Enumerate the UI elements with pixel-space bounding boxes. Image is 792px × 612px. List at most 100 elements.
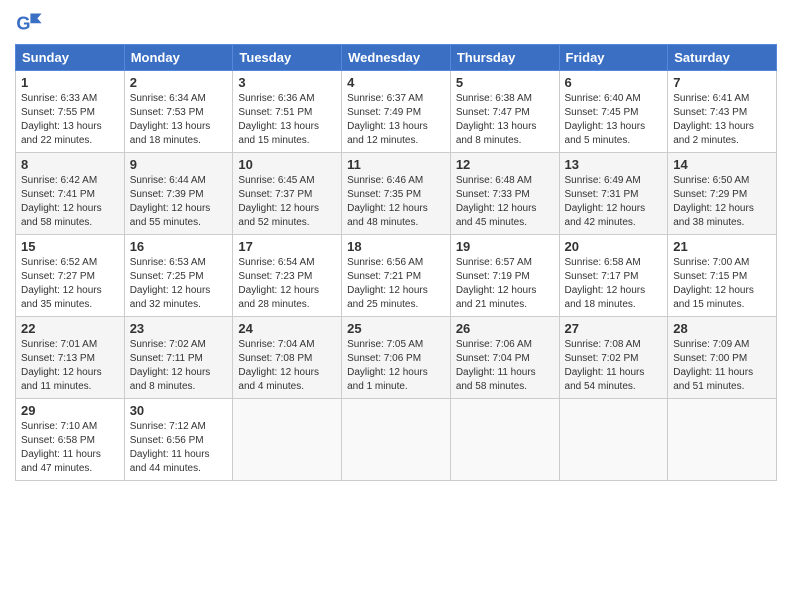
day-number: 4	[347, 75, 445, 90]
day-number: 8	[21, 157, 119, 172]
day-cell	[559, 399, 668, 481]
day-cell: 16 Sunrise: 6:53 AM Sunset: 7:25 PM Dayli…	[124, 235, 233, 317]
day-info: Sunrise: 7:10 AM Sunset: 6:58 PM Dayligh…	[21, 420, 119, 476]
day-cell: 6 Sunrise: 6:40 AM Sunset: 7:45 PM Daylig…	[559, 71, 668, 153]
week-row-4: 22 Sunrise: 7:01 AM Sunset: 7:13 PM Dayli…	[16, 317, 777, 399]
day-number: 14	[673, 157, 771, 172]
day-number: 9	[130, 157, 228, 172]
day-info: Sunrise: 7:02 AM Sunset: 7:11 PM Dayligh…	[130, 338, 228, 394]
day-info: Sunrise: 6:33 AM Sunset: 7:55 PM Dayligh…	[21, 92, 119, 148]
weekday-header-tuesday: Tuesday	[233, 45, 342, 71]
day-info: Sunrise: 6:58 AM Sunset: 7:17 PM Dayligh…	[565, 256, 663, 312]
svg-text:G: G	[16, 14, 30, 34]
day-info: Sunrise: 6:45 AM Sunset: 7:37 PM Dayligh…	[238, 174, 336, 230]
day-info: Sunrise: 6:56 AM Sunset: 7:21 PM Dayligh…	[347, 256, 445, 312]
day-cell: 7 Sunrise: 6:41 AM Sunset: 7:43 PM Daylig…	[668, 71, 777, 153]
day-info: Sunrise: 7:12 AM Sunset: 6:56 PM Dayligh…	[130, 420, 228, 476]
day-cell: 26Sunrise: 7:06 AM Sunset: 7:04 PM Dayli…	[450, 317, 559, 399]
weekday-header-sunday: Sunday	[16, 45, 125, 71]
day-info: Sunrise: 6:49 AM Sunset: 7:31 PM Dayligh…	[565, 174, 663, 230]
day-number: 2	[130, 75, 228, 90]
week-row-2: 8 Sunrise: 6:42 AM Sunset: 7:41 PM Daylig…	[16, 153, 777, 235]
day-cell: 29 Sunrise: 7:10 AM Sunset: 6:58 PM Dayli…	[16, 399, 125, 481]
day-info: Sunrise: 6:40 AM Sunset: 7:45 PM Dayligh…	[565, 92, 663, 148]
day-info: Sunrise: 7:00 AM Sunset: 7:15 PM Dayligh…	[673, 256, 771, 312]
day-number: 3	[238, 75, 336, 90]
day-number: 16	[130, 239, 228, 254]
day-cell: 24Sunrise: 7:04 AM Sunset: 7:08 PM Dayli…	[233, 317, 342, 399]
weekday-header-thursday: Thursday	[450, 45, 559, 71]
weekday-header-monday: Monday	[124, 45, 233, 71]
day-number: 7	[673, 75, 771, 90]
day-info: Sunrise: 7:05 AM Sunset: 7:06 PM Dayligh…	[347, 338, 445, 394]
day-number: 17	[238, 239, 336, 254]
day-cell: 25 Sunrise: 7:05 AM Sunset: 7:06 PM Dayli…	[342, 317, 451, 399]
day-cell: 14 Sunrise: 6:50 AM Sunset: 7:29 PM Dayli…	[668, 153, 777, 235]
day-cell	[450, 399, 559, 481]
day-cell: 15 Sunrise: 6:52 AM Sunset: 7:27 PM Dayli…	[16, 235, 125, 317]
day-info: Sunrise: 7:06 AM Sunset: 7:04 PM Dayligh…	[456, 338, 554, 394]
day-cell: 17 Sunrise: 6:54 AM Sunset: 7:23 PM Dayli…	[233, 235, 342, 317]
day-cell: 22 Sunrise: 7:01 AM Sunset: 7:13 PM Dayli…	[16, 317, 125, 399]
day-info: Sunrise: 6:36 AM Sunset: 7:51 PM Dayligh…	[238, 92, 336, 148]
day-number: 1	[21, 75, 119, 90]
day-cell: 9 Sunrise: 6:44 AM Sunset: 7:39 PM Daylig…	[124, 153, 233, 235]
logo-icon: G	[15, 10, 43, 38]
day-cell: 3 Sunrise: 6:36 AM Sunset: 7:51 PM Daylig…	[233, 71, 342, 153]
day-number: 13	[565, 157, 663, 172]
day-cell: 2 Sunrise: 6:34 AM Sunset: 7:53 PM Daylig…	[124, 71, 233, 153]
day-info: Sunrise: 6:48 AM Sunset: 7:33 PM Dayligh…	[456, 174, 554, 230]
day-info: Sunrise: 6:54 AM Sunset: 7:23 PM Dayligh…	[238, 256, 336, 312]
day-number: 19	[456, 239, 554, 254]
day-info: Sunrise: 6:57 AM Sunset: 7:19 PM Dayligh…	[456, 256, 554, 312]
day-number: 10	[238, 157, 336, 172]
day-cell: 10 Sunrise: 6:45 AM Sunset: 7:37 PM Dayli…	[233, 153, 342, 235]
day-number: 6	[565, 75, 663, 90]
day-cell: 20Sunrise: 6:58 AM Sunset: 7:17 PM Dayli…	[559, 235, 668, 317]
day-info: Sunrise: 6:46 AM Sunset: 7:35 PM Dayligh…	[347, 174, 445, 230]
day-number: 5	[456, 75, 554, 90]
day-cell: 5 Sunrise: 6:38 AM Sunset: 7:47 PM Daylig…	[450, 71, 559, 153]
day-number: 28	[673, 321, 771, 336]
page-container: G SundayMondayTuesdayWednesdayThursdayFr…	[0, 0, 792, 491]
day-info: Sunrise: 6:42 AM Sunset: 7:41 PM Dayligh…	[21, 174, 119, 230]
day-cell: 11 Sunrise: 6:46 AM Sunset: 7:35 PM Dayli…	[342, 153, 451, 235]
week-row-3: 15 Sunrise: 6:52 AM Sunset: 7:27 PM Dayli…	[16, 235, 777, 317]
logo: G	[15, 10, 47, 38]
day-number: 18	[347, 239, 445, 254]
day-cell: 28 Sunrise: 7:09 AM Sunset: 7:00 PM Dayli…	[668, 317, 777, 399]
day-cell	[668, 399, 777, 481]
week-row-1: 1 Sunrise: 6:33 AM Sunset: 7:55 PM Daylig…	[16, 71, 777, 153]
day-number: 15	[21, 239, 119, 254]
day-info: Sunrise: 6:44 AM Sunset: 7:39 PM Dayligh…	[130, 174, 228, 230]
day-number: 29	[21, 403, 119, 418]
day-number: 30	[130, 403, 228, 418]
day-info: Sunrise: 6:52 AM Sunset: 7:27 PM Dayligh…	[21, 256, 119, 312]
day-cell: 30 Sunrise: 7:12 AM Sunset: 6:56 PM Dayli…	[124, 399, 233, 481]
day-cell: 23 Sunrise: 7:02 AM Sunset: 7:11 PM Dayli…	[124, 317, 233, 399]
day-info: Sunrise: 6:53 AM Sunset: 7:25 PM Dayligh…	[130, 256, 228, 312]
day-cell: 12Sunrise: 6:48 AM Sunset: 7:33 PM Dayli…	[450, 153, 559, 235]
week-row-5: 29 Sunrise: 7:10 AM Sunset: 6:58 PM Dayli…	[16, 399, 777, 481]
day-number: 25	[347, 321, 445, 336]
day-cell: 27Sunrise: 7:08 AM Sunset: 7:02 PM Dayli…	[559, 317, 668, 399]
day-number: 21	[673, 239, 771, 254]
day-info: Sunrise: 6:34 AM Sunset: 7:53 PM Dayligh…	[130, 92, 228, 148]
day-number: 24	[238, 321, 336, 336]
day-info: Sunrise: 6:41 AM Sunset: 7:43 PM Dayligh…	[673, 92, 771, 148]
day-number: 22	[21, 321, 119, 336]
day-info: Sunrise: 6:50 AM Sunset: 7:29 PM Dayligh…	[673, 174, 771, 230]
weekday-header-saturday: Saturday	[668, 45, 777, 71]
day-cell: 8 Sunrise: 6:42 AM Sunset: 7:41 PM Daylig…	[16, 153, 125, 235]
weekday-header-row: SundayMondayTuesdayWednesdayThursdayFrid…	[16, 45, 777, 71]
day-cell: 18 Sunrise: 6:56 AM Sunset: 7:21 PM Dayli…	[342, 235, 451, 317]
day-number: 11	[347, 157, 445, 172]
day-cell	[342, 399, 451, 481]
calendar-table: SundayMondayTuesdayWednesdayThursdayFrid…	[15, 44, 777, 481]
day-info: Sunrise: 7:01 AM Sunset: 7:13 PM Dayligh…	[21, 338, 119, 394]
day-cell: 1 Sunrise: 6:33 AM Sunset: 7:55 PM Daylig…	[16, 71, 125, 153]
day-number: 23	[130, 321, 228, 336]
day-info: Sunrise: 7:09 AM Sunset: 7:00 PM Dayligh…	[673, 338, 771, 394]
day-info: Sunrise: 7:08 AM Sunset: 7:02 PM Dayligh…	[565, 338, 663, 394]
day-info: Sunrise: 6:38 AM Sunset: 7:47 PM Dayligh…	[456, 92, 554, 148]
